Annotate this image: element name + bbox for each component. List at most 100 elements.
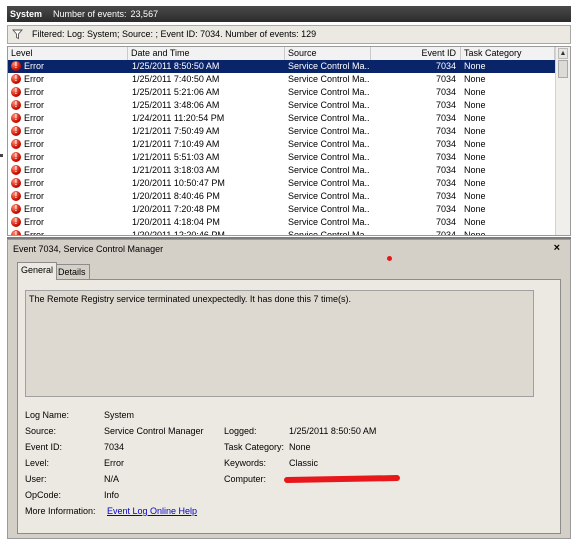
user-value: N/A	[104, 474, 120, 484]
column-header-date[interactable]: Date and Time	[128, 47, 285, 60]
table-row[interactable]: ! Error 1/20/2011 7:20:48 PM Service Contro…	[8, 203, 555, 216]
close-icon[interactable]: ×	[554, 242, 560, 254]
event-id-cell: 7034	[435, 113, 456, 123]
tab-details[interactable]: Details	[54, 264, 90, 279]
event-id-cell: 7034	[435, 87, 456, 97]
scroll-up-icon[interactable]: ▲	[558, 48, 568, 59]
error-icon: !	[11, 74, 21, 84]
task-category-cell: None	[464, 191, 486, 201]
date-cell: 1/25/2011 8:50:50 AM	[132, 61, 220, 71]
date-cell: 1/21/2011 3:18:03 AM	[132, 165, 220, 175]
date-cell: 1/21/2011 7:10:49 AM	[132, 139, 220, 149]
details-title: Event 7034, Service Control Manager	[13, 244, 164, 254]
log-name-value: System	[104, 410, 135, 420]
red-marker-dot	[387, 256, 392, 261]
table-row[interactable]: ! Error 1/20/2011 4:18:04 PM Service Contro…	[8, 216, 555, 229]
error-icon: !	[11, 165, 21, 175]
level-cell: Error	[24, 152, 44, 162]
table-row[interactable]: ! Error 1/25/2011 5:21:06 AM Service Contro…	[8, 86, 555, 99]
tab-general[interactable]: General	[17, 262, 58, 280]
table-row[interactable]: ! Error 1/20/2011 12:20:46 PM Service Contr…	[8, 229, 555, 236]
task-category-cell: None	[464, 178, 486, 188]
filter-bar: Filtered: Log: System; Source: ; Event I…	[7, 25, 571, 44]
date-cell: 1/25/2011 3:48:06 AM	[132, 100, 220, 110]
task-category-cell: None	[464, 139, 486, 149]
log-name-label: Log Name:	[25, 410, 70, 420]
task-category-value: None	[289, 442, 311, 452]
keywords-label: Keywords:	[224, 458, 267, 468]
table-row[interactable]: ! Error 1/21/2011 5:51:03 AM Service Contro…	[8, 151, 555, 164]
level-label: Level:	[25, 458, 50, 468]
logged-label: Logged:	[224, 426, 257, 436]
table-scrollbar[interactable]: ▲	[555, 47, 570, 235]
log-name: System	[10, 9, 43, 19]
task-category-cell: None	[464, 87, 486, 97]
task-category-cell: None	[464, 74, 486, 84]
funnel-icon	[12, 29, 23, 40]
date-cell: 1/20/2011 10:50:47 PM	[132, 178, 225, 188]
source-cell: Service Control Ma...	[288, 113, 370, 123]
column-header-task-category[interactable]: Task Category	[461, 47, 555, 60]
source-value: Service Control Manager	[104, 426, 204, 436]
table-row[interactable]: ! Error 1/21/2011 7:50:49 AM Service Contro…	[8, 125, 555, 138]
event-id-cell: 7034	[435, 191, 456, 201]
event-id-label: Event ID:	[25, 442, 63, 452]
event-message: The Remote Registry service terminated u…	[29, 294, 351, 304]
table-row[interactable]: ! Error 1/20/2011 8:40:46 PM Service Contro…	[8, 190, 555, 203]
error-icon: !	[11, 204, 21, 214]
left-edge-strip	[0, 0, 7, 545]
user-label: User:	[25, 474, 47, 484]
level-cell: Error	[24, 139, 44, 149]
table-row[interactable]: ! Error 1/24/2011 11:20:54 PM Service Contr…	[8, 112, 555, 125]
task-category-label: Task Category:	[224, 442, 285, 452]
table-row[interactable]: ! Error 1/20/2011 10:50:47 PM Service Contr…	[8, 177, 555, 190]
date-cell: 1/25/2011 5:21:06 AM	[132, 87, 220, 97]
level-cell: Error	[24, 87, 44, 97]
date-cell: 1/24/2011 11:20:54 PM	[132, 113, 225, 123]
source-cell: Service Control Ma...	[288, 230, 370, 236]
logged-value: 1/25/2011 8:50:50 AM	[289, 426, 377, 436]
level-cell: Error	[24, 61, 44, 71]
event-log-online-help-link[interactable]: Event Log Online Help	[107, 506, 197, 516]
opcode-label: OpCode:	[25, 490, 62, 500]
table-row[interactable]: ! Error 1/25/2011 7:40:50 AM Service Contro…	[8, 73, 555, 86]
date-cell: 1/21/2011 7:50:49 AM	[132, 126, 220, 136]
event-id-cell: 7034	[435, 178, 456, 188]
column-header-event-id[interactable]: Event ID	[371, 47, 461, 60]
table-row[interactable]: ! Error 1/25/2011 8:50:50 AM Service Contro…	[8, 60, 555, 73]
task-category-cell: None	[464, 204, 486, 214]
table-row[interactable]: ! Error 1/21/2011 3:18:03 AM Service Contro…	[8, 164, 555, 177]
event-id-cell: 7034	[435, 217, 456, 227]
event-id-cell: 7034	[435, 204, 456, 214]
level-cell: Error	[24, 191, 44, 201]
filter-description: Filtered: Log: System; Source: ; Event I…	[32, 29, 317, 39]
table-row[interactable]: ! Error 1/21/2011 7:10:49 AM Service Contro…	[8, 138, 555, 151]
source-cell: Service Control Ma...	[288, 191, 370, 201]
date-cell: 1/20/2011 12:20:46 PM	[132, 230, 225, 236]
date-cell: 1/25/2011 7:40:50 AM	[132, 74, 220, 84]
source-cell: Service Control Ma...	[288, 165, 370, 175]
event-id-cell: 7034	[435, 139, 456, 149]
task-category-cell: None	[464, 165, 486, 175]
error-icon: !	[11, 87, 21, 97]
level-cell: Error	[24, 217, 44, 227]
column-header-level[interactable]: Level	[8, 47, 128, 60]
source-cell: Service Control Ma...	[288, 139, 370, 149]
event-message-box[interactable]: The Remote Registry service terminated u…	[25, 290, 534, 397]
level-cell: Error	[24, 165, 44, 175]
date-cell: 1/20/2011 4:18:04 PM	[132, 217, 220, 227]
events-table[interactable]: Level Date and Time Source Event ID Task…	[7, 46, 571, 236]
table-row[interactable]: ! Error 1/25/2011 3:48:06 AM Service Contro…	[8, 99, 555, 112]
source-cell: Service Control Ma...	[288, 74, 370, 84]
task-category-cell: None	[464, 100, 486, 110]
level-cell: Error	[24, 178, 44, 188]
error-icon: !	[11, 178, 21, 188]
event-id-cell: 7034	[435, 61, 456, 71]
level-cell: Error	[24, 100, 44, 110]
source-cell: Service Control Ma...	[288, 178, 370, 188]
column-header-source[interactable]: Source	[285, 47, 371, 60]
level-cell: Error	[24, 230, 44, 236]
task-category-cell: None	[464, 152, 486, 162]
scroll-thumb[interactable]	[558, 60, 568, 78]
error-icon: !	[11, 217, 21, 227]
